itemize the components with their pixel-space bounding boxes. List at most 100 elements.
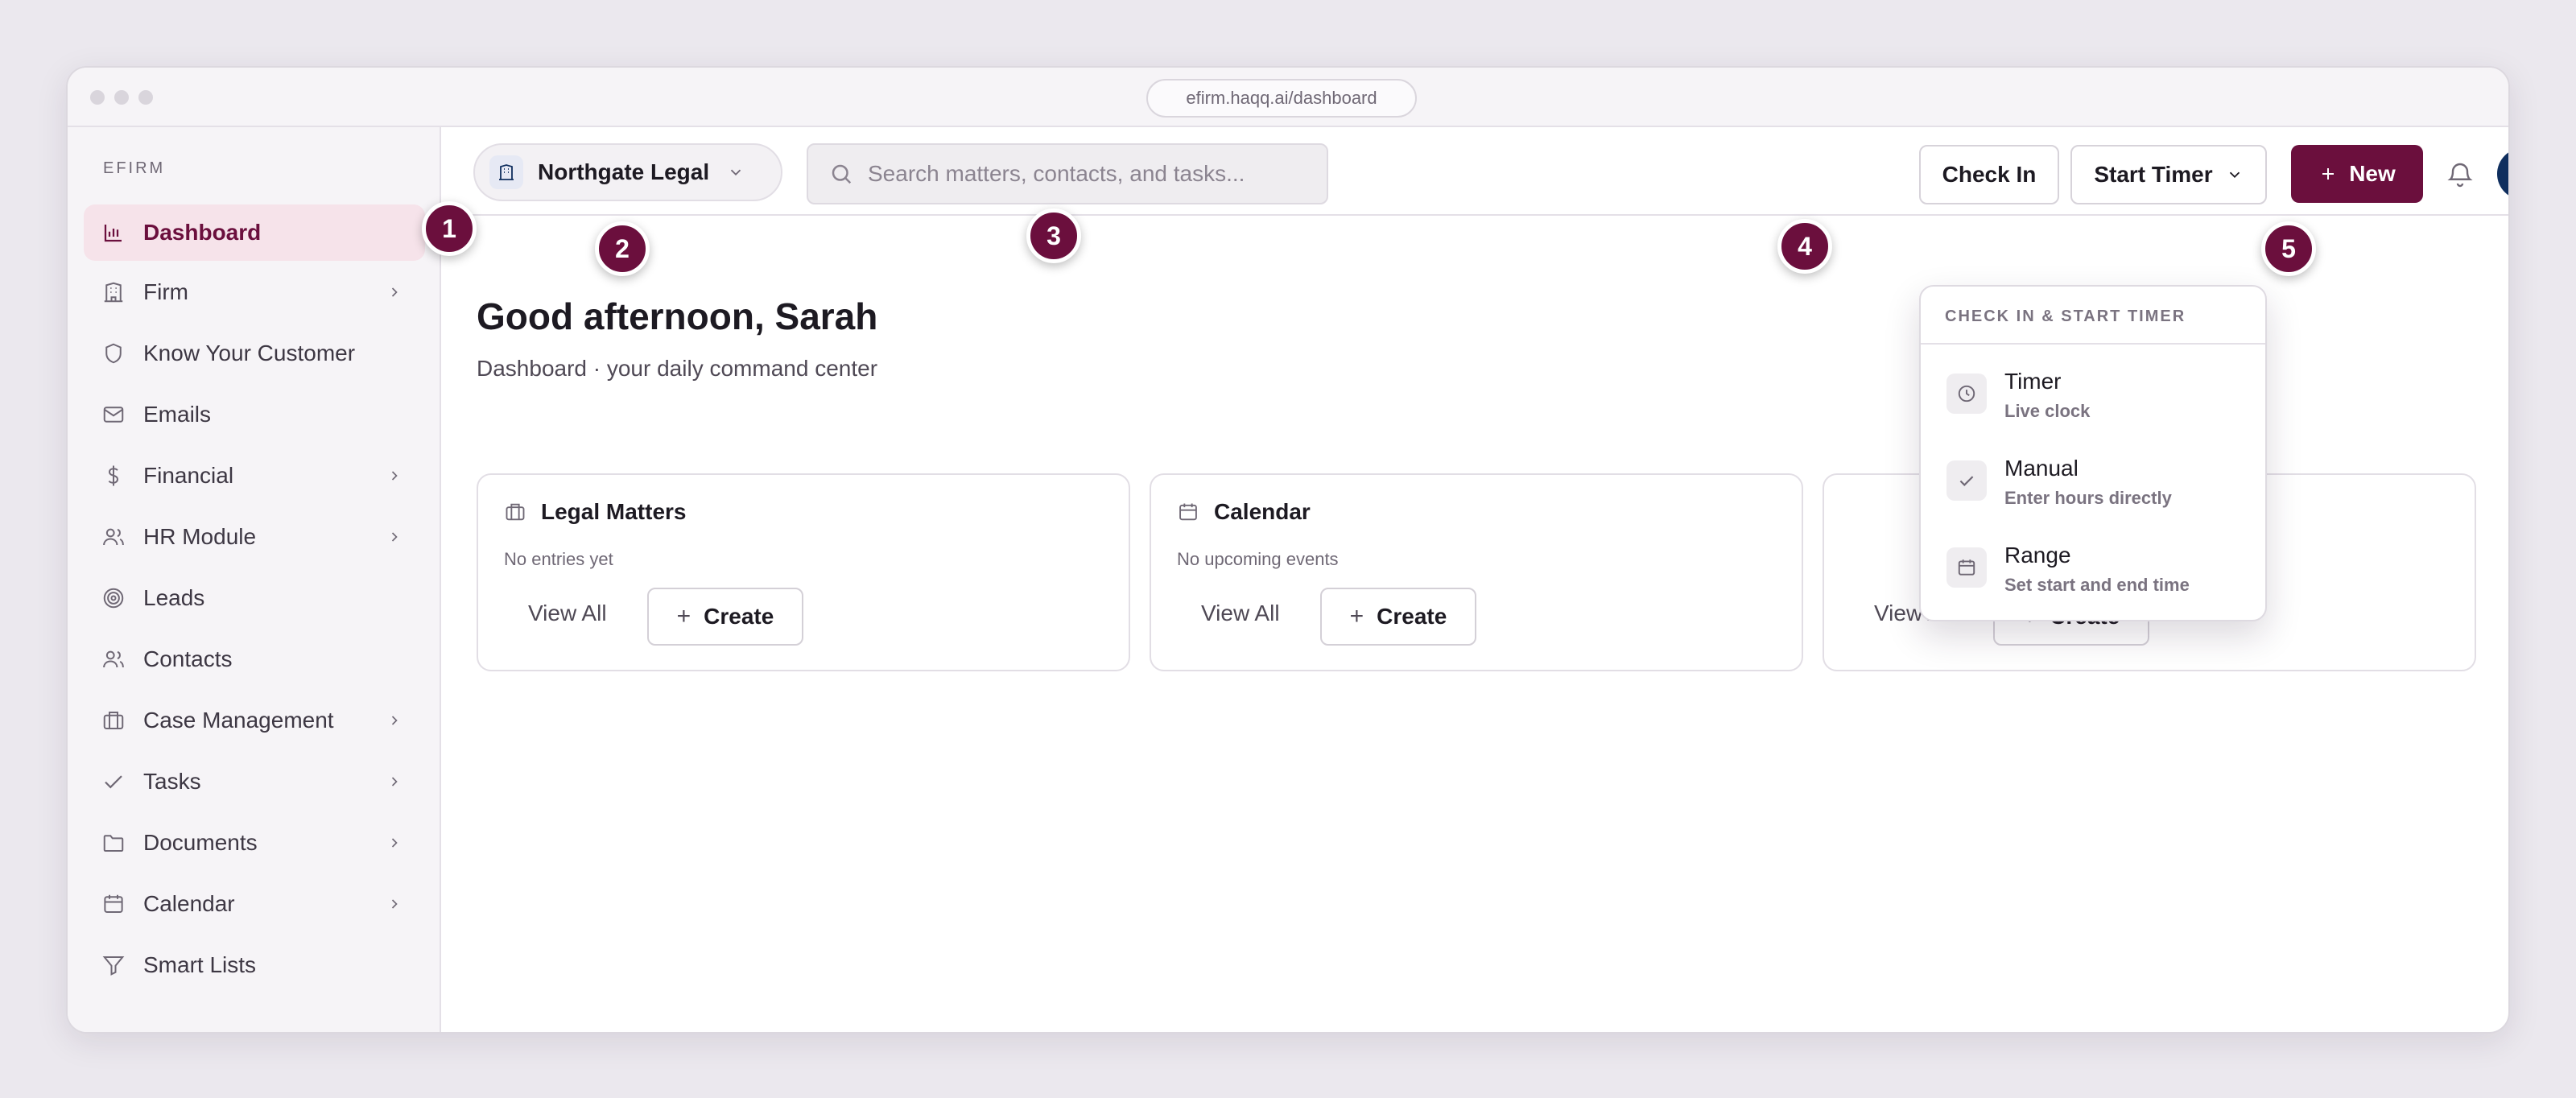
firm-name: Northgate Legal: [538, 159, 710, 184]
sidebar-item-label: Know Your Customer: [143, 341, 356, 365]
dropdown-divider: [1921, 343, 2265, 345]
menu-item-timer[interactable]: Timer Live clock: [1946, 361, 2252, 425]
contacts-icon: [103, 650, 124, 668]
address-bar[interactable]: efirm.haqq.ai/dashboard: [1146, 79, 1417, 118]
menu-item-label: Timer: [2004, 369, 2062, 394]
shield-icon: [105, 343, 122, 364]
sidebar-item-label: Emails: [143, 402, 212, 427]
building-icon: [489, 155, 523, 189]
window-close-dot[interactable]: [90, 90, 105, 105]
sidebar-item-calendar[interactable]: Calendar: [84, 876, 425, 932]
top-bar: Northgate Legal Search matters, contacts…: [443, 127, 2508, 216]
folder-icon: [103, 835, 124, 852]
page-subtitle: Dashboard · your daily command center: [477, 356, 878, 381]
sidebar-item-documents[interactable]: Documents: [84, 815, 425, 871]
sidebar-item-smart-lists[interactable]: Smart Lists: [84, 937, 425, 993]
filter-icon: [102, 956, 125, 976]
card-header: Legal Matters: [504, 499, 687, 525]
sidebar-item-label: Firm: [143, 279, 188, 304]
start-timer-button[interactable]: Start Timer: [2070, 145, 2267, 204]
sidebar-item-contacts[interactable]: Contacts: [84, 631, 425, 687]
sidebar: EFIRM Dashboard Firm Know Your Customer …: [68, 127, 441, 1032]
sidebar-item-label: Dashboard: [143, 220, 262, 245]
chevron-right-icon: [391, 777, 398, 786]
briefcase-icon: [103, 712, 124, 729]
briefcase-icon: [506, 503, 525, 521]
sidebar-item-dashboard[interactable]: Dashboard: [84, 204, 425, 261]
sidebar-item-label: HR Module: [143, 524, 257, 549]
sidebar-item-case-management[interactable]: Case Management: [84, 692, 425, 749]
create-label: Create: [704, 604, 774, 629]
card-header: Calendar: [1177, 499, 1311, 525]
main-content: Northgate Legal Search matters, contacts…: [443, 127, 2508, 1032]
menu-item-label: Manual: [2004, 456, 2079, 481]
menu-item-range[interactable]: Range Set start and end time: [1946, 535, 2252, 599]
sidebar-item-label: Contacts: [143, 646, 233, 671]
check-icon: [105, 775, 122, 789]
sidebar-item-firm[interactable]: Firm: [84, 264, 425, 320]
sidebar-item-hr-module[interactable]: HR Module: [84, 509, 425, 565]
sidebar-item-tasks[interactable]: Tasks: [84, 753, 425, 810]
plus-icon: +: [1349, 603, 1364, 629]
view-all-button[interactable]: View All: [1201, 601, 1280, 626]
target-icon: [103, 588, 124, 609]
callout-badge-5: 5: [2261, 221, 2316, 276]
chevron-right-icon: [391, 899, 398, 909]
chevron-down-icon: [2229, 171, 2240, 179]
create-label: Create: [1377, 604, 1447, 629]
card-title: Calendar: [1214, 499, 1311, 524]
mail-icon: [103, 407, 124, 423]
menu-item-description: Live clock: [2004, 401, 2091, 421]
check-in-button[interactable]: Check In: [1919, 145, 2059, 204]
users-icon: [103, 528, 124, 546]
new-button[interactable]: New: [2291, 145, 2423, 203]
chevron-down-icon: [730, 169, 741, 176]
dropdown-title: CHECK IN & START TIMER: [1945, 308, 2186, 325]
bell-icon[interactable]: [2446, 159, 2475, 188]
avatar[interactable]: SM: [2497, 148, 2508, 200]
new-label: New: [2349, 161, 2396, 186]
callout-badge-3: 3: [1026, 208, 1081, 263]
firm-switcher[interactable]: Northgate Legal: [473, 143, 782, 201]
sidebar-item-know-your-customer[interactable]: Know Your Customer: [84, 325, 425, 382]
card-empty-text: No entries yet: [504, 549, 613, 569]
building-icon: [104, 282, 123, 303]
card-title: Legal Matters: [541, 499, 687, 524]
menu-item-manual[interactable]: Manual Enter hours directly: [1946, 448, 2252, 512]
menu-item-label: Range: [2004, 543, 2071, 568]
window-minimize-dot[interactable]: [114, 90, 129, 105]
sidebar-item-label: Calendar: [143, 891, 235, 916]
chevron-right-icon: [391, 532, 398, 542]
sidebar-item-label: Financial: [143, 463, 234, 488]
window-maximize-dot[interactable]: [138, 90, 153, 105]
sidebar-item-emails[interactable]: Emails: [84, 386, 425, 443]
timer-dropdown-menu: CHECK IN & START TIMER Timer Live clock …: [1919, 285, 2267, 621]
create-button[interactable]: + Create: [647, 588, 803, 646]
sidebar-item-financial[interactable]: Financial: [84, 448, 425, 504]
plus-icon: [2322, 168, 2334, 180]
clock-icon: [1946, 374, 1987, 414]
page-title: Good afternoon, Sarah: [477, 295, 878, 337]
card-calendar: Calendar No upcoming events View All + C…: [1150, 473, 1803, 671]
sidebar-item-label: Case Management: [143, 708, 334, 733]
plus-icon: +: [676, 603, 691, 629]
search-input[interactable]: Search matters, contacts, and tasks...: [807, 143, 1328, 204]
menu-item-description: Enter hours directly: [2004, 488, 2172, 508]
sidebar-item-label: Leads: [143, 585, 205, 610]
chevron-right-icon: [391, 471, 398, 481]
calendar-icon: [104, 894, 123, 913]
check-icon: [1946, 460, 1987, 501]
sidebar-item-label: Smart Lists: [143, 952, 257, 977]
chevron-right-icon: [391, 287, 398, 297]
card-legal-matters: Legal Matters No entries yet View All + …: [477, 473, 1130, 671]
sidebar-item-label: Tasks: [143, 769, 201, 794]
bar-chart-icon: [104, 225, 122, 242]
view-all-button[interactable]: View All: [528, 601, 607, 626]
create-button[interactable]: + Create: [1320, 588, 1476, 646]
calendar-icon: [1179, 503, 1197, 521]
check-in-label: Check In: [1942, 162, 2037, 187]
calendar-icon: [1946, 547, 1987, 588]
callout-badge-4: 4: [1777, 219, 1832, 274]
callout-badge-2: 2: [595, 221, 650, 276]
sidebar-item-leads[interactable]: Leads: [84, 570, 425, 626]
